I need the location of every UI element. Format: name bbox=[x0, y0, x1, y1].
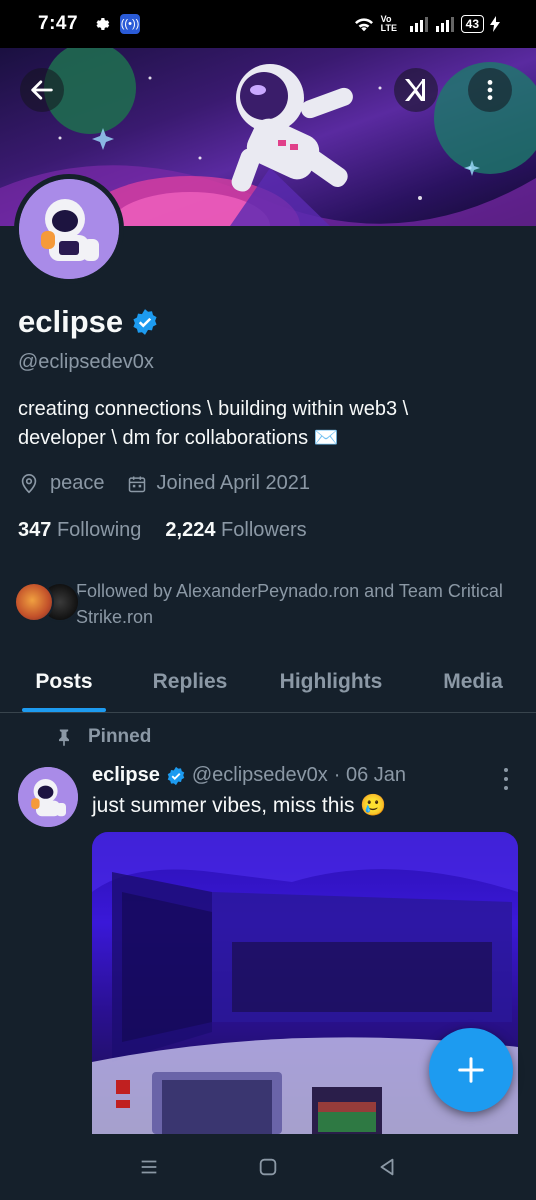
active-tab-indicator bbox=[22, 708, 106, 712]
arrow-left-icon bbox=[31, 80, 53, 100]
tab-posts-label: Posts bbox=[35, 670, 93, 693]
pinned-label: Pinned bbox=[54, 726, 151, 748]
recent-apps-icon[interactable] bbox=[138, 1156, 160, 1178]
followers-count: 2,224 bbox=[165, 519, 216, 541]
location-text: peace bbox=[50, 472, 105, 494]
post-header: eclipse @eclipsedev0x · 06 Jan bbox=[92, 764, 406, 787]
avatar-astronaut-image bbox=[19, 179, 119, 279]
more-vertical-icon bbox=[487, 80, 493, 100]
post-date: · 06 Jan bbox=[333, 764, 407, 786]
post-author-handle: @eclipsedev0x bbox=[191, 764, 328, 786]
avatar-astronaut-image bbox=[18, 767, 78, 827]
back-button[interactable] bbox=[20, 68, 64, 112]
wifi-icon bbox=[354, 18, 373, 32]
profile-tabs: Posts Replies Highlights Media bbox=[0, 652, 536, 713]
calendar-icon bbox=[128, 476, 145, 492]
network-label: Vo LTE bbox=[380, 14, 397, 33]
profile-bio: creating connections \ building within w… bbox=[18, 395, 518, 453]
pinned-text: Pinned bbox=[88, 726, 152, 747]
verified-badge-icon bbox=[167, 766, 185, 785]
bio-line-1: creating connections \ building within w… bbox=[18, 398, 409, 420]
following-link[interactable]: 347 Following bbox=[18, 519, 141, 542]
plus-icon bbox=[458, 1057, 484, 1083]
followed-by[interactable]: Followed by AlexanderPeynado.ron and Tea… bbox=[14, 578, 516, 630]
follower-avatar-1 bbox=[14, 582, 54, 622]
status-time: 7:47 bbox=[38, 13, 79, 34]
tab-media[interactable]: Media bbox=[410, 652, 536, 712]
post-author-name[interactable]: eclipse bbox=[92, 764, 160, 787]
pin-icon bbox=[59, 729, 69, 747]
hotspot-icon: ((•)) bbox=[120, 14, 141, 34]
tab-replies[interactable]: Replies bbox=[128, 652, 252, 712]
joined-text: Joined April 2021 bbox=[156, 472, 310, 494]
profile-name-text: eclipse bbox=[18, 304, 124, 339]
system-navigation-bar bbox=[0, 1134, 536, 1200]
grok-icon bbox=[405, 79, 425, 101]
settings-icon bbox=[96, 18, 110, 30]
signal-icon bbox=[409, 17, 428, 32]
profile-name: eclipse bbox=[18, 304, 159, 340]
grok-button[interactable] bbox=[394, 68, 438, 112]
more-vertical-icon bbox=[504, 768, 508, 773]
followers-label: Followers bbox=[221, 519, 307, 541]
profile-avatar[interactable] bbox=[14, 174, 124, 284]
post-author-avatar[interactable] bbox=[18, 767, 78, 827]
tab-media-label: Media bbox=[443, 670, 503, 693]
tab-highlights-label: Highlights bbox=[279, 670, 383, 693]
home-icon[interactable] bbox=[257, 1156, 279, 1178]
following-label: Following bbox=[56, 519, 142, 541]
profile-meta: peace Joined April 2021 bbox=[18, 472, 332, 495]
followers-link[interactable]: 2,224 Followers bbox=[165, 519, 306, 542]
tab-highlights[interactable]: Highlights bbox=[252, 652, 410, 712]
bio-line-2: developer \ dm for collaborations ✉️ bbox=[18, 427, 339, 449]
profile-handle: @eclipsedev0x bbox=[18, 351, 154, 373]
post-more-button[interactable] bbox=[496, 766, 516, 792]
more-options-button[interactable] bbox=[468, 68, 512, 112]
location-pin-icon bbox=[21, 473, 37, 493]
post-text: just summer vibes, miss this 🥲 bbox=[92, 794, 387, 817]
follow-stats: 347 Following 2,224 Followers bbox=[18, 519, 307, 542]
battery-indicator: 43 bbox=[460, 15, 484, 33]
status-bar: 7:47 ((•)) Vo LTE 43 bbox=[0, 0, 536, 48]
verified-badge-icon bbox=[133, 309, 157, 335]
back-nav-icon[interactable] bbox=[376, 1156, 398, 1178]
compose-button[interactable] bbox=[429, 1028, 513, 1112]
tab-replies-label: Replies bbox=[152, 670, 228, 693]
following-count: 347 bbox=[18, 519, 52, 541]
tab-posts[interactable]: Posts bbox=[0, 652, 128, 712]
followed-by-text: Followed by AlexanderPeynado.ron and Tea… bbox=[76, 581, 503, 627]
charging-icon bbox=[490, 16, 500, 32]
signal-icon-2 bbox=[435, 17, 454, 32]
